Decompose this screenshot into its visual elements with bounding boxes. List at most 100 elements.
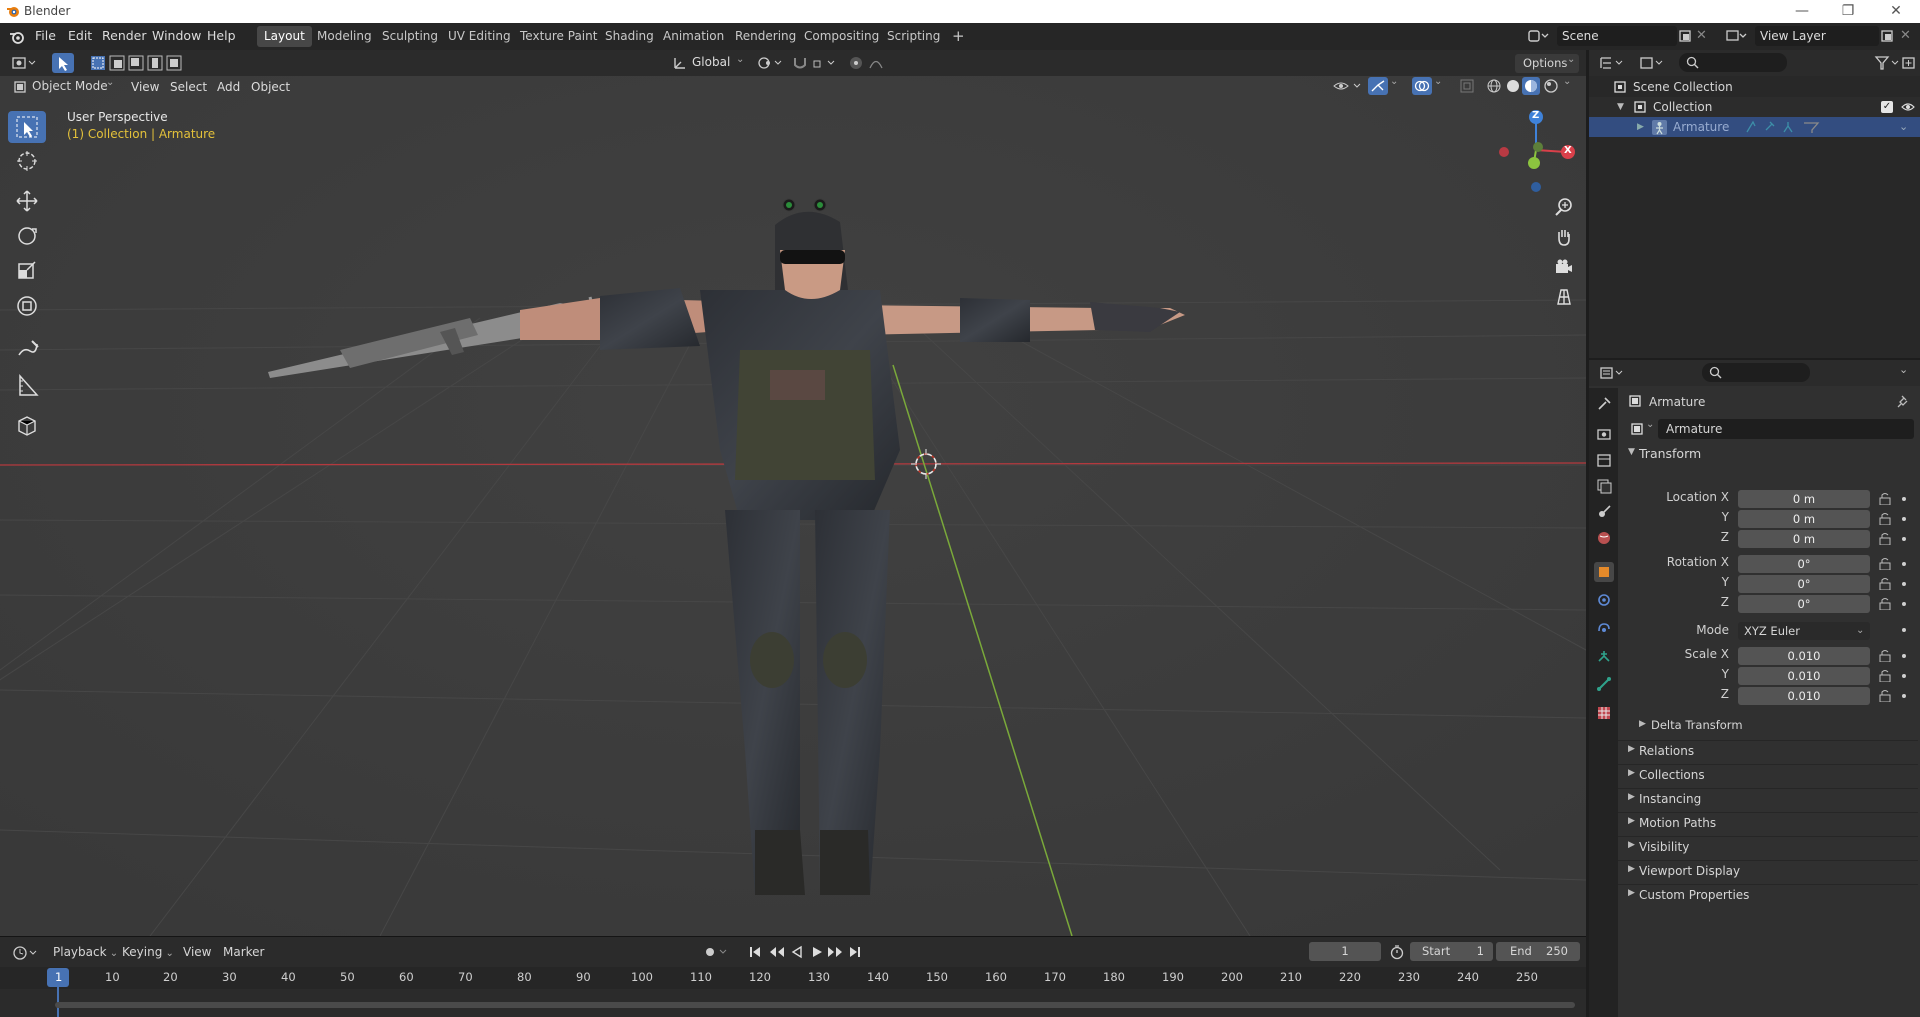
scene-selector-icon[interactable] xyxy=(1527,28,1555,46)
jump-to-keyframe-prev-icon[interactable] xyxy=(768,945,786,959)
keyframe-dot[interactable] xyxy=(1902,537,1906,541)
frame-start-field[interactable]: Start 1 xyxy=(1410,942,1493,961)
snap-icon[interactable] xyxy=(792,55,840,71)
keyframe-dot[interactable] xyxy=(1902,582,1906,586)
rotation-z-field[interactable]: 0° xyxy=(1738,595,1870,613)
tab-uv-editing[interactable]: UV Editing xyxy=(441,26,518,47)
display-mode-icon[interactable] xyxy=(1639,55,1667,71)
tab-scripting[interactable]: Scripting xyxy=(880,26,947,47)
panel-instancing[interactable]: ▶ Instancing xyxy=(1618,788,1918,808)
play-reverse-icon[interactable] xyxy=(790,945,804,959)
view-layer-selector-icon[interactable] xyxy=(1725,28,1753,46)
panel-relations[interactable]: ▶ Relations xyxy=(1618,740,1918,760)
lock-icon[interactable] xyxy=(1879,558,1891,570)
lock-icon[interactable] xyxy=(1879,598,1891,610)
menu-render[interactable]: Render xyxy=(102,28,147,43)
timeline-menu-marker[interactable]: Marker xyxy=(223,945,264,959)
outliner-row-armature[interactable]: ▶ Armature ⌄ xyxy=(1589,117,1920,137)
chevron-down-icon[interactable]: ⌄ xyxy=(1899,117,1908,137)
outliner-row-collection[interactable]: ▼ Collection ✓ xyxy=(1589,97,1920,117)
location-y-field[interactable]: 0 m xyxy=(1738,510,1870,528)
blender-menu-icon[interactable] xyxy=(9,30,25,44)
new-scene-icon[interactable] xyxy=(1678,29,1692,43)
visibility-toggle-icon[interactable] xyxy=(1332,78,1366,94)
timeline-editor-type-icon[interactable] xyxy=(12,945,40,961)
properties-search-input[interactable] xyxy=(1702,363,1810,382)
jump-to-keyframe-next-icon[interactable] xyxy=(826,945,844,959)
jump-to-end-icon[interactable] xyxy=(848,945,862,959)
viewport-menu-view[interactable]: View xyxy=(131,78,159,96)
scale-tool-icon[interactable] xyxy=(8,255,46,287)
location-x-field[interactable]: 0 m xyxy=(1738,490,1870,508)
physics-tab-icon[interactable] xyxy=(1594,590,1614,610)
menu-edit[interactable]: Edit xyxy=(68,28,92,43)
keyframe-dot[interactable] xyxy=(1902,602,1906,606)
tab-layout[interactable]: Layout xyxy=(257,26,312,47)
select-box-tool-icon[interactable] xyxy=(52,53,74,73)
stopwatch-icon[interactable] xyxy=(1389,944,1405,960)
lock-icon[interactable] xyxy=(1879,493,1891,505)
current-frame-field[interactable]: 1 xyxy=(1309,942,1381,961)
texture-tab-icon[interactable] xyxy=(1594,703,1614,723)
world-tab-icon[interactable] xyxy=(1594,528,1614,548)
keyframe-dot[interactable] xyxy=(1902,562,1906,566)
panel-custom-properties[interactable]: ▶ Custom Properties xyxy=(1618,884,1918,904)
frame-end-field[interactable]: End 250 xyxy=(1496,942,1580,961)
playback-menu[interactable]: Playback ⌄ xyxy=(53,945,118,959)
pin-icon[interactable] xyxy=(1897,394,1911,408)
tab-sculpting[interactable]: Sculpting xyxy=(375,26,445,47)
object-tab-icon[interactable] xyxy=(1594,562,1614,582)
pivot-point-icon[interactable] xyxy=(757,55,785,71)
constraints-tab-icon[interactable] xyxy=(1594,618,1614,638)
timeline-menu-view[interactable]: View xyxy=(183,945,211,959)
transform-orientation-dropdown[interactable]: Global ⌄ xyxy=(670,53,750,73)
jump-to-start-icon[interactable] xyxy=(748,945,762,959)
rotation-mode-dropdown[interactable]: XYZ Euler ⌄ xyxy=(1738,622,1870,640)
panel-visibility[interactable]: ▶ Visibility xyxy=(1618,836,1918,856)
view-layer-field[interactable]: View Layer xyxy=(1755,26,1879,46)
rotate-tool-icon[interactable] xyxy=(8,220,46,252)
menu-window[interactable]: Window xyxy=(152,28,201,43)
maximize-button[interactable]: ❐ xyxy=(1826,0,1870,23)
keyframe-dot[interactable] xyxy=(1902,674,1906,678)
minimize-button[interactable]: — xyxy=(1780,0,1824,23)
scene-name-field[interactable]: Scene xyxy=(1557,26,1677,46)
keying-menu[interactable]: Keying ⌄ xyxy=(122,945,174,959)
tool-tab-icon[interactable] xyxy=(1594,394,1614,414)
panel-viewport-display[interactable]: ▶ Viewport Display xyxy=(1618,860,1918,880)
lock-icon[interactable] xyxy=(1879,670,1891,682)
add-workspace-button[interactable]: + xyxy=(945,26,972,47)
collection-checkbox[interactable]: ✓ xyxy=(1881,101,1893,113)
shading-dropdown-icon[interactable]: ⌄ xyxy=(1563,76,1571,87)
viewport-menu-object[interactable]: Object xyxy=(251,78,290,96)
tab-modeling[interactable]: Modeling xyxy=(310,26,379,47)
shading-material-icon[interactable] xyxy=(1522,77,1540,95)
viewport-menu-select[interactable]: Select xyxy=(170,78,207,96)
play-icon[interactable] xyxy=(810,945,824,959)
perspective-toggle-icon[interactable] xyxy=(1552,285,1576,309)
panel-motion-paths[interactable]: ▶ Motion Paths xyxy=(1618,812,1918,832)
delete-scene-icon[interactable]: ✕ xyxy=(1696,28,1707,43)
outliner-search-input[interactable] xyxy=(1679,53,1787,72)
viewport-menu-add[interactable]: Add xyxy=(217,78,240,96)
new-view-layer-icon[interactable] xyxy=(1880,29,1894,43)
menu-file[interactable]: File xyxy=(35,28,56,43)
expand-arrow-icon[interactable]: ▼ xyxy=(1617,97,1624,117)
keyframe-dot[interactable] xyxy=(1902,654,1906,658)
lock-icon[interactable] xyxy=(1879,650,1891,662)
bone-tab-icon[interactable] xyxy=(1594,674,1614,694)
xray-toggle-icon[interactable] xyxy=(1460,79,1474,93)
delete-view-layer-icon[interactable]: ✕ xyxy=(1900,28,1911,43)
scale-y-field[interactable]: 0.010 xyxy=(1738,667,1870,685)
eye-icon[interactable] xyxy=(1901,101,1915,113)
zoom-icon[interactable] xyxy=(1552,195,1576,219)
properties-editor-type-icon[interactable] xyxy=(1599,365,1627,381)
outliner-editor-type-icon[interactable] xyxy=(1599,55,1627,71)
scene-tab-icon[interactable] xyxy=(1594,502,1614,522)
keyframe-dot[interactable] xyxy=(1902,628,1906,632)
scale-z-field[interactable]: 0.010 xyxy=(1738,687,1870,705)
shading-wireframe-icon[interactable] xyxy=(1486,78,1502,94)
object-datablock-selector[interactable]: ⌄ Armature xyxy=(1628,419,1914,439)
lock-icon[interactable] xyxy=(1879,578,1891,590)
view-layer-tab-icon[interactable] xyxy=(1594,476,1614,496)
